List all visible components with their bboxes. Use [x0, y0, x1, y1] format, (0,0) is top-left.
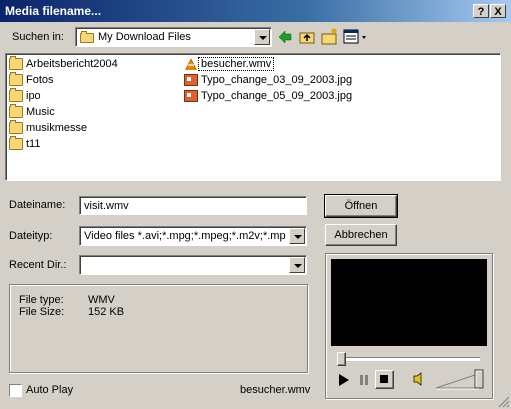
stop-icon	[380, 375, 388, 383]
chevron-down-icon[interactable]	[254, 29, 270, 45]
current-file-name: besucher.wmv	[240, 384, 311, 396]
help-button[interactable]: ?	[473, 4, 489, 18]
filename-field[interactable]: visit.wmv	[79, 196, 307, 215]
new-folder-icon[interactable]	[320, 26, 340, 46]
folder-icon	[9, 88, 23, 102]
preview-panel	[325, 253, 493, 399]
seek-track[interactable]	[338, 357, 480, 361]
folder-icon	[9, 136, 23, 150]
folder-icon	[80, 31, 94, 43]
recent-dir-select[interactable]	[79, 255, 307, 275]
pause-icon[interactable]	[357, 373, 371, 387]
file-size-value: 152 KB	[88, 306, 125, 318]
file-type-label: File type:	[19, 294, 64, 306]
up-folder-icon[interactable]	[298, 28, 316, 46]
filetype-select[interactable]: Video files *.avi;*.mpg;*.mpeg;*.m2v;*.m…	[79, 226, 307, 246]
filetype-label: Dateityp:	[9, 230, 53, 242]
folder-icon	[9, 104, 23, 118]
video-preview	[331, 259, 487, 346]
play-icon[interactable]	[337, 373, 351, 387]
seek-thumb[interactable]	[337, 352, 346, 366]
lookin-label: Suchen in:	[12, 31, 64, 43]
resize-grip-icon[interactable]	[497, 395, 510, 408]
filename-value: visit.wmv	[84, 200, 129, 212]
title-bar: Media filename... ? X	[0, 0, 511, 22]
folder-icon	[9, 120, 23, 134]
lookin-select[interactable]: My Download Files	[75, 27, 272, 47]
file-size-label: File Size:	[19, 306, 65, 318]
speaker-icon[interactable]	[412, 371, 428, 387]
folder-icon	[9, 72, 23, 86]
filetype-value: Video files *.avi;*.mpg;*.mpeg;*.m2v;*.m…	[84, 230, 286, 242]
file-type-value: WMV	[88, 294, 115, 306]
cancel-button[interactable]: Abbrechen	[325, 224, 397, 246]
lookin-value: My Download Files	[98, 31, 191, 43]
filename-label: Dateiname:	[9, 199, 66, 211]
jpg-image-icon	[184, 90, 198, 102]
folder-icon	[9, 56, 23, 70]
stop-button[interactable]	[375, 370, 394, 389]
chevron-down-icon[interactable]	[289, 228, 305, 244]
autoplay-checkbox[interactable]	[9, 384, 22, 397]
jpg-image-icon	[184, 74, 198, 86]
vlc-cone-icon	[185, 58, 197, 70]
recent-dir-label: Recent Dir.:	[9, 259, 67, 271]
volume-slider[interactable]	[434, 368, 490, 392]
window-title: Media filename...	[5, 4, 102, 18]
file-list[interactable]: Arbeitsbericht2004 Fotos ipo Music musik…	[5, 53, 501, 181]
autoplay-label: Auto Play	[26, 384, 74, 396]
file-info-panel: File type: WMV File Size: 152 KB	[9, 284, 308, 373]
back-arrow-icon[interactable]	[276, 28, 294, 46]
chevron-down-icon[interactable]	[289, 257, 305, 273]
close-button[interactable]: X	[490, 4, 506, 18]
view-menu-icon[interactable]	[343, 28, 369, 46]
open-button[interactable]: Öffnen	[324, 194, 398, 218]
